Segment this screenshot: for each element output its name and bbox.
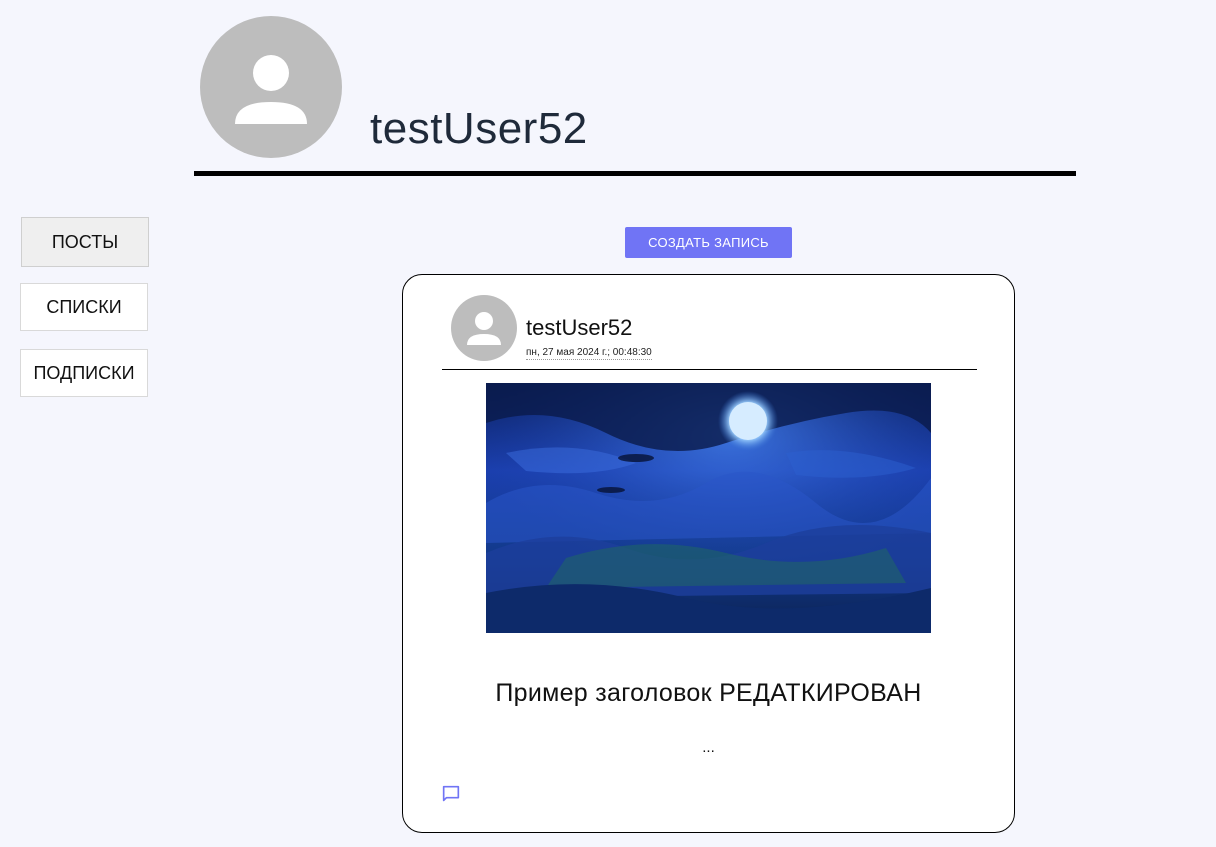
comment-icon[interactable] — [440, 783, 462, 805]
post-card: testUser52 пн, 27 мая 2024 г.; 00:48:30 — [402, 274, 1015, 833]
post-author-avatar[interactable] — [451, 295, 517, 361]
post-date: пн, 27 мая 2024 г.; 00:48:30 — [526, 347, 652, 360]
profile-username: testUser52 — [370, 104, 588, 153]
person-icon — [235, 55, 307, 124]
create-post-button[interactable]: СОЗДАТЬ ЗАПИСЬ — [625, 227, 792, 258]
person-icon — [467, 312, 501, 345]
post-divider — [442, 369, 977, 370]
profile-divider — [194, 171, 1076, 176]
nav-subscriptions-button[interactable]: ПОДПИСКИ — [20, 349, 148, 397]
nav-posts-button[interactable]: ПОСТЫ — [21, 217, 149, 267]
post-excerpt: ... — [702, 739, 715, 756]
post-image — [486, 383, 931, 633]
post-author-name[interactable]: testUser52 — [526, 315, 632, 341]
nav-lists-button[interactable]: СПИСКИ — [20, 283, 148, 331]
post-title[interactable]: Пример заголовок РЕДАТКИРОВАН — [403, 679, 1014, 708]
profile-avatar — [200, 16, 342, 158]
